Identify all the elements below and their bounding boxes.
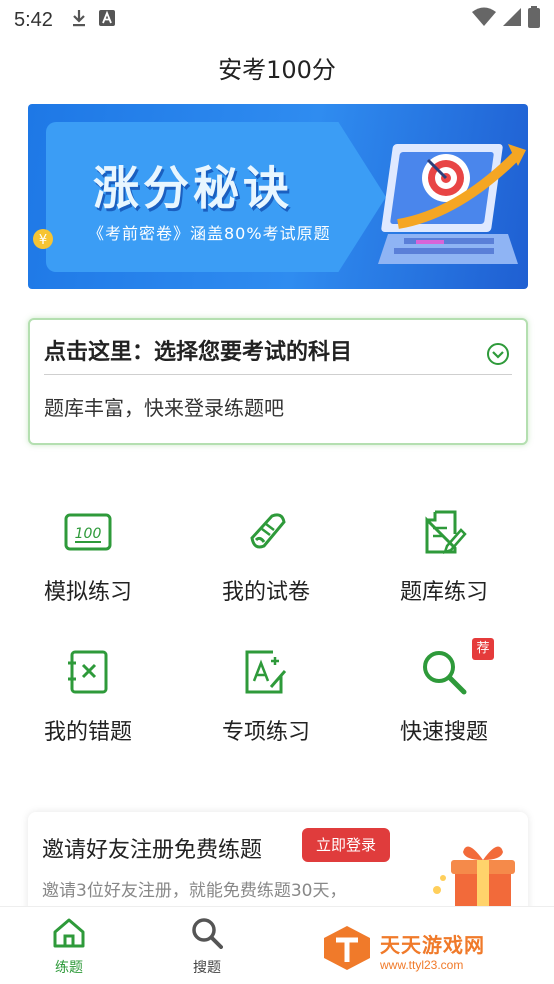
subject-select-card[interactable]: 点击这里：选择您要考试的科目 题库丰富，快来登录练题吧 [28,318,528,445]
feature-label: 我的试卷 [221,580,310,605]
invite-title: 邀请好友注册免费练题 [42,838,263,863]
watermark-url: www.ttyl23.com [380,957,464,972]
page-title: 安考100分 [218,56,336,84]
home-icon [52,917,86,953]
feature-question-bank[interactable]: 题库练习 [364,506,524,616]
subject-select-title: 点击这里：选择您要考试的科目 [44,340,353,365]
login-now-button[interactable]: 立即登录 [302,828,390,862]
nav-tab-search[interactable]: 搜题 [172,917,242,977]
feature-label: 专项练习 [221,720,310,745]
wifi-icon [472,7,496,31]
banner-headline: 涨分秘诀 [93,161,293,215]
feature-label: 我的错题 [43,720,132,745]
battery-icon [528,6,540,32]
laptop-target-icon [368,124,528,278]
recommend-badge: 荐 [472,638,494,660]
notification-a-icon [98,10,115,30]
nav-label: 搜题 [193,960,221,976]
svg-text:100: 100 [75,526,102,542]
coin-icon: ¥ [32,228,54,254]
signal-icon [502,7,522,31]
feature-label: 模拟练习 [43,580,132,605]
download-icon [71,8,87,32]
scroll-icon [240,506,292,558]
status-time: 5:42 [14,8,53,31]
watermark-logo-icon [322,924,372,976]
grade-a-plus-icon [240,646,292,698]
feature-quick-search[interactable]: 快速搜题 [364,646,524,756]
chevron-down-icon[interactable] [486,342,510,370]
search-icon [418,646,470,698]
score-100-icon: 100 [62,506,114,558]
banner-subtitle: 《考前密卷》涵盖80%考试原题 [88,224,331,243]
watermark-title: 天天游戏网 [380,932,485,957]
feature-special-practice[interactable]: 专项练习 [186,646,346,756]
subject-select-description: 题库丰富，快来登录练题吧 [44,396,284,420]
wrong-book-icon [62,646,114,698]
feature-mock-practice[interactable]: 100 模拟练习 [8,506,168,616]
feature-label: 快速搜题 [399,720,488,745]
svg-text:¥: ¥ [39,233,47,248]
promo-banner[interactable]: 涨分秘诀 《考前密卷》涵盖80%考试原题 ¥ [28,104,528,289]
feature-wrong-questions[interactable]: 我的错题 [8,646,168,756]
invite-description: 邀请3位好友注册，就能免费练题30天， [42,881,347,901]
status-bar: 5:42 [0,0,554,40]
divider [44,374,512,375]
feature-label: 题库练习 [399,580,488,605]
feature-my-papers[interactable]: 我的试卷 [186,506,346,616]
search-icon [191,917,223,953]
site-watermark: 天天游戏网 www.ttyl23.com [322,924,485,976]
edit-doc-icon [418,506,470,558]
nav-label: 练题 [55,960,83,976]
nav-tab-practice[interactable]: 练题 [34,917,104,977]
